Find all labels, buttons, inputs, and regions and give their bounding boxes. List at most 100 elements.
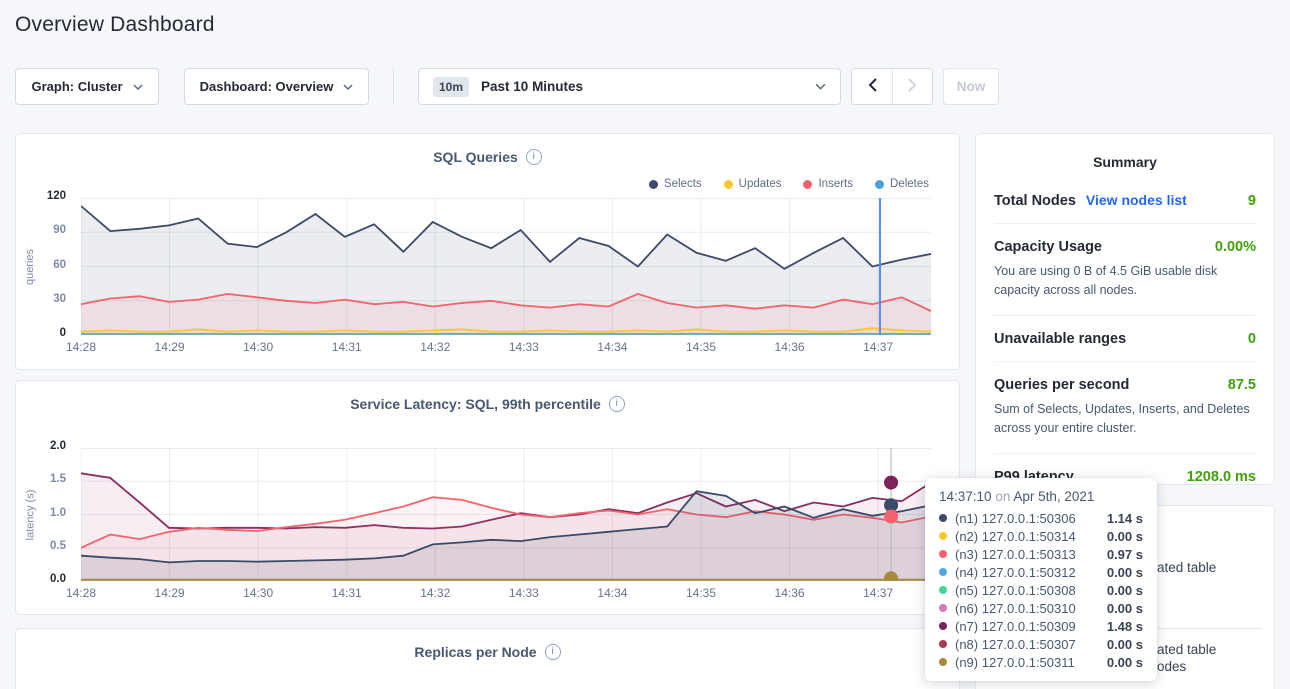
time-range-selector[interactable]: 10m Past 10 Minutes: [418, 68, 841, 105]
event-item-fragment: odes: [1157, 659, 1186, 674]
replicas-header: Replicas per Node i: [16, 629, 959, 660]
service-latency-header: Service Latency: SQL, 99th percentile i: [16, 381, 959, 412]
tooltip-row: (n5) 127.0.0.1:50308 0.00 s: [939, 581, 1143, 599]
x-tick-label: 14:30: [238, 586, 278, 600]
x-tick-label: 14:32: [415, 340, 455, 354]
x-tick-label: 14:28: [61, 340, 101, 354]
summary-value: 0.00%: [1215, 239, 1256, 255]
summary-panel: Summary Total Nodes View nodes list 9 Capac…: [975, 133, 1275, 485]
tooltip-node-value: 1.48 s: [1107, 619, 1143, 634]
tooltip-node-value: 1.14 s: [1107, 511, 1143, 526]
x-tick-label: 14:35: [681, 586, 721, 600]
legend-dot: [803, 180, 812, 189]
x-tick-label: 14:34: [592, 340, 632, 354]
legend-dot: [875, 180, 884, 189]
x-tick-label: 14:29: [150, 586, 190, 600]
tooltip-node-dot: [939, 550, 947, 558]
summary-row-head: Queries per second 87.5: [994, 377, 1256, 393]
sql-queries-legend: Selects Updates Inserts Deletes: [649, 178, 929, 190]
summary-label: Total Nodes: [994, 193, 1076, 209]
tooltip-node-dot: [939, 658, 947, 666]
info-icon[interactable]: i: [545, 644, 561, 660]
tooltip-timestamp: 14:37:10 on Apr 5th, 2021: [939, 489, 1143, 504]
x-tick-label: 14:33: [504, 340, 544, 354]
info-icon[interactable]: i: [609, 396, 625, 412]
y-tick-label: 60: [53, 259, 66, 271]
tooltip-node-label: (n5) 127.0.0.1:50308: [955, 583, 1076, 598]
summary-value: 9: [1248, 193, 1256, 209]
summary-label: Queries per second: [994, 377, 1129, 393]
chart-hover-tooltip: 14:37:10 on Apr 5th, 2021 (n1) 127.0.0.1…: [925, 478, 1157, 681]
summary-row: Total Nodes View nodes list 9: [994, 177, 1256, 224]
summary-title: Summary: [994, 134, 1256, 177]
x-tick-label: 14:37: [858, 340, 898, 354]
chevron-down-icon: [343, 84, 353, 90]
tooltip-node-dot: [939, 622, 947, 630]
chevron-down-icon: [815, 83, 826, 90]
tooltip-node-value: 0.00 s: [1107, 583, 1143, 598]
tooltip-node-label: (n7) 127.0.0.1:50309: [955, 619, 1076, 634]
y-tick-label: 0: [60, 327, 66, 339]
legend-item-deletes[interactable]: Deletes: [875, 178, 929, 190]
service-latency-card: Service Latency: SQL, 99th percentile i …: [15, 380, 960, 615]
time-next-button[interactable]: [892, 69, 932, 104]
legend-dot: [724, 180, 733, 189]
legend-item-inserts[interactable]: Inserts: [803, 178, 853, 190]
x-tick-label: 14:32: [415, 586, 455, 600]
tooltip-row: (n7) 127.0.0.1:50309 1.48 s: [939, 617, 1143, 635]
legend-label: Inserts: [818, 178, 853, 190]
tooltip-row: (n9) 127.0.0.1:503110.00 s: [939, 653, 1143, 671]
summary-value: 1208.0 ms: [1187, 469, 1256, 485]
summary-description: Sum of Selects, Updates, Inserts, and De…: [994, 400, 1256, 439]
replicas-per-node-card: Replicas per Node i: [15, 628, 960, 689]
tooltip-node-dot: [939, 586, 947, 594]
tooltip-row: (n2) 127.0.0.1:503140.00 s: [939, 527, 1143, 545]
y-tick-label: 1.5: [50, 473, 66, 485]
tooltip-node-dot: [939, 532, 947, 540]
tooltip-node-dot: [939, 514, 947, 522]
toolbar-divider: [393, 68, 394, 105]
graph-dropdown[interactable]: Graph: Cluster: [15, 68, 159, 105]
tooltip-node-label: (n4) 127.0.0.1:50312: [955, 565, 1076, 580]
x-tick-label: 14:36: [770, 340, 810, 354]
tooltip-row: (n1) 127.0.0.1:503061.14 s: [939, 509, 1143, 527]
legend-label: Selects: [664, 178, 702, 190]
legend-dot: [649, 180, 658, 189]
sql-queries-header: SQL Queries i: [16, 134, 959, 165]
page-title: Overview Dashboard: [15, 13, 215, 37]
sql-queries-plot[interactable]: [81, 198, 931, 335]
summary-value: 87.5: [1228, 377, 1256, 393]
summary-row-head: Capacity Usage0.00%: [994, 239, 1256, 255]
tooltip-node-label: (n6) 127.0.0.1:50310: [955, 601, 1076, 616]
legend-item-updates[interactable]: Updates: [724, 178, 782, 190]
tooltip-node-value: 0.00 s: [1107, 655, 1143, 670]
summary-value: 0: [1248, 331, 1256, 347]
summary-row: Unavailable ranges0: [994, 316, 1256, 362]
dashboard-toolbar: Graph: Cluster Dashboard: Overview 10m P…: [15, 68, 999, 105]
now-button[interactable]: Now: [943, 68, 999, 105]
y-tick-label: 0.0: [50, 573, 66, 585]
tooltip-row: (n4) 127.0.0.1:50312 0.00 s: [939, 563, 1143, 581]
y-axis-ticks: 0306090120: [16, 198, 74, 335]
service-latency-plot[interactable]: [81, 448, 931, 581]
x-tick-label: 14:31: [327, 340, 367, 354]
legend-item-selects[interactable]: Selects: [649, 178, 702, 190]
tooltip-rows: (n1) 127.0.0.1:503061.14 s(n2) 127.0.0.1…: [939, 509, 1143, 671]
x-tick-label: 14:30: [238, 340, 278, 354]
chevron-right-icon: [908, 78, 917, 95]
x-tick-label: 14:34: [592, 586, 632, 600]
info-icon[interactable]: i: [526, 149, 542, 165]
tooltip-node-value: 0.00 s: [1107, 565, 1143, 580]
summary-description: You are using 0 B of 4.5 GiB usable disk…: [994, 262, 1256, 301]
chart-title: SQL Queries: [433, 149, 518, 165]
dashboard-dropdown[interactable]: Dashboard: Overview: [184, 68, 369, 105]
x-tick-label: 14:37: [858, 586, 898, 600]
view-nodes-link[interactable]: View nodes list: [1086, 192, 1187, 208]
sql-queries-card: SQL Queries i Selects Updates Inserts Delet…: [15, 133, 960, 370]
time-prev-button[interactable]: [852, 69, 892, 104]
y-tick-label: 0.5: [50, 540, 66, 552]
graph-dropdown-label: Graph: Cluster: [31, 79, 122, 94]
summary-rows: Total Nodes View nodes list 9 Capacity Usag…: [994, 177, 1256, 499]
x-axis-ticks: 14:2814:2914:3014:3114:3214:3314:3414:35…: [81, 340, 931, 356]
legend-label: Deletes: [890, 178, 929, 190]
